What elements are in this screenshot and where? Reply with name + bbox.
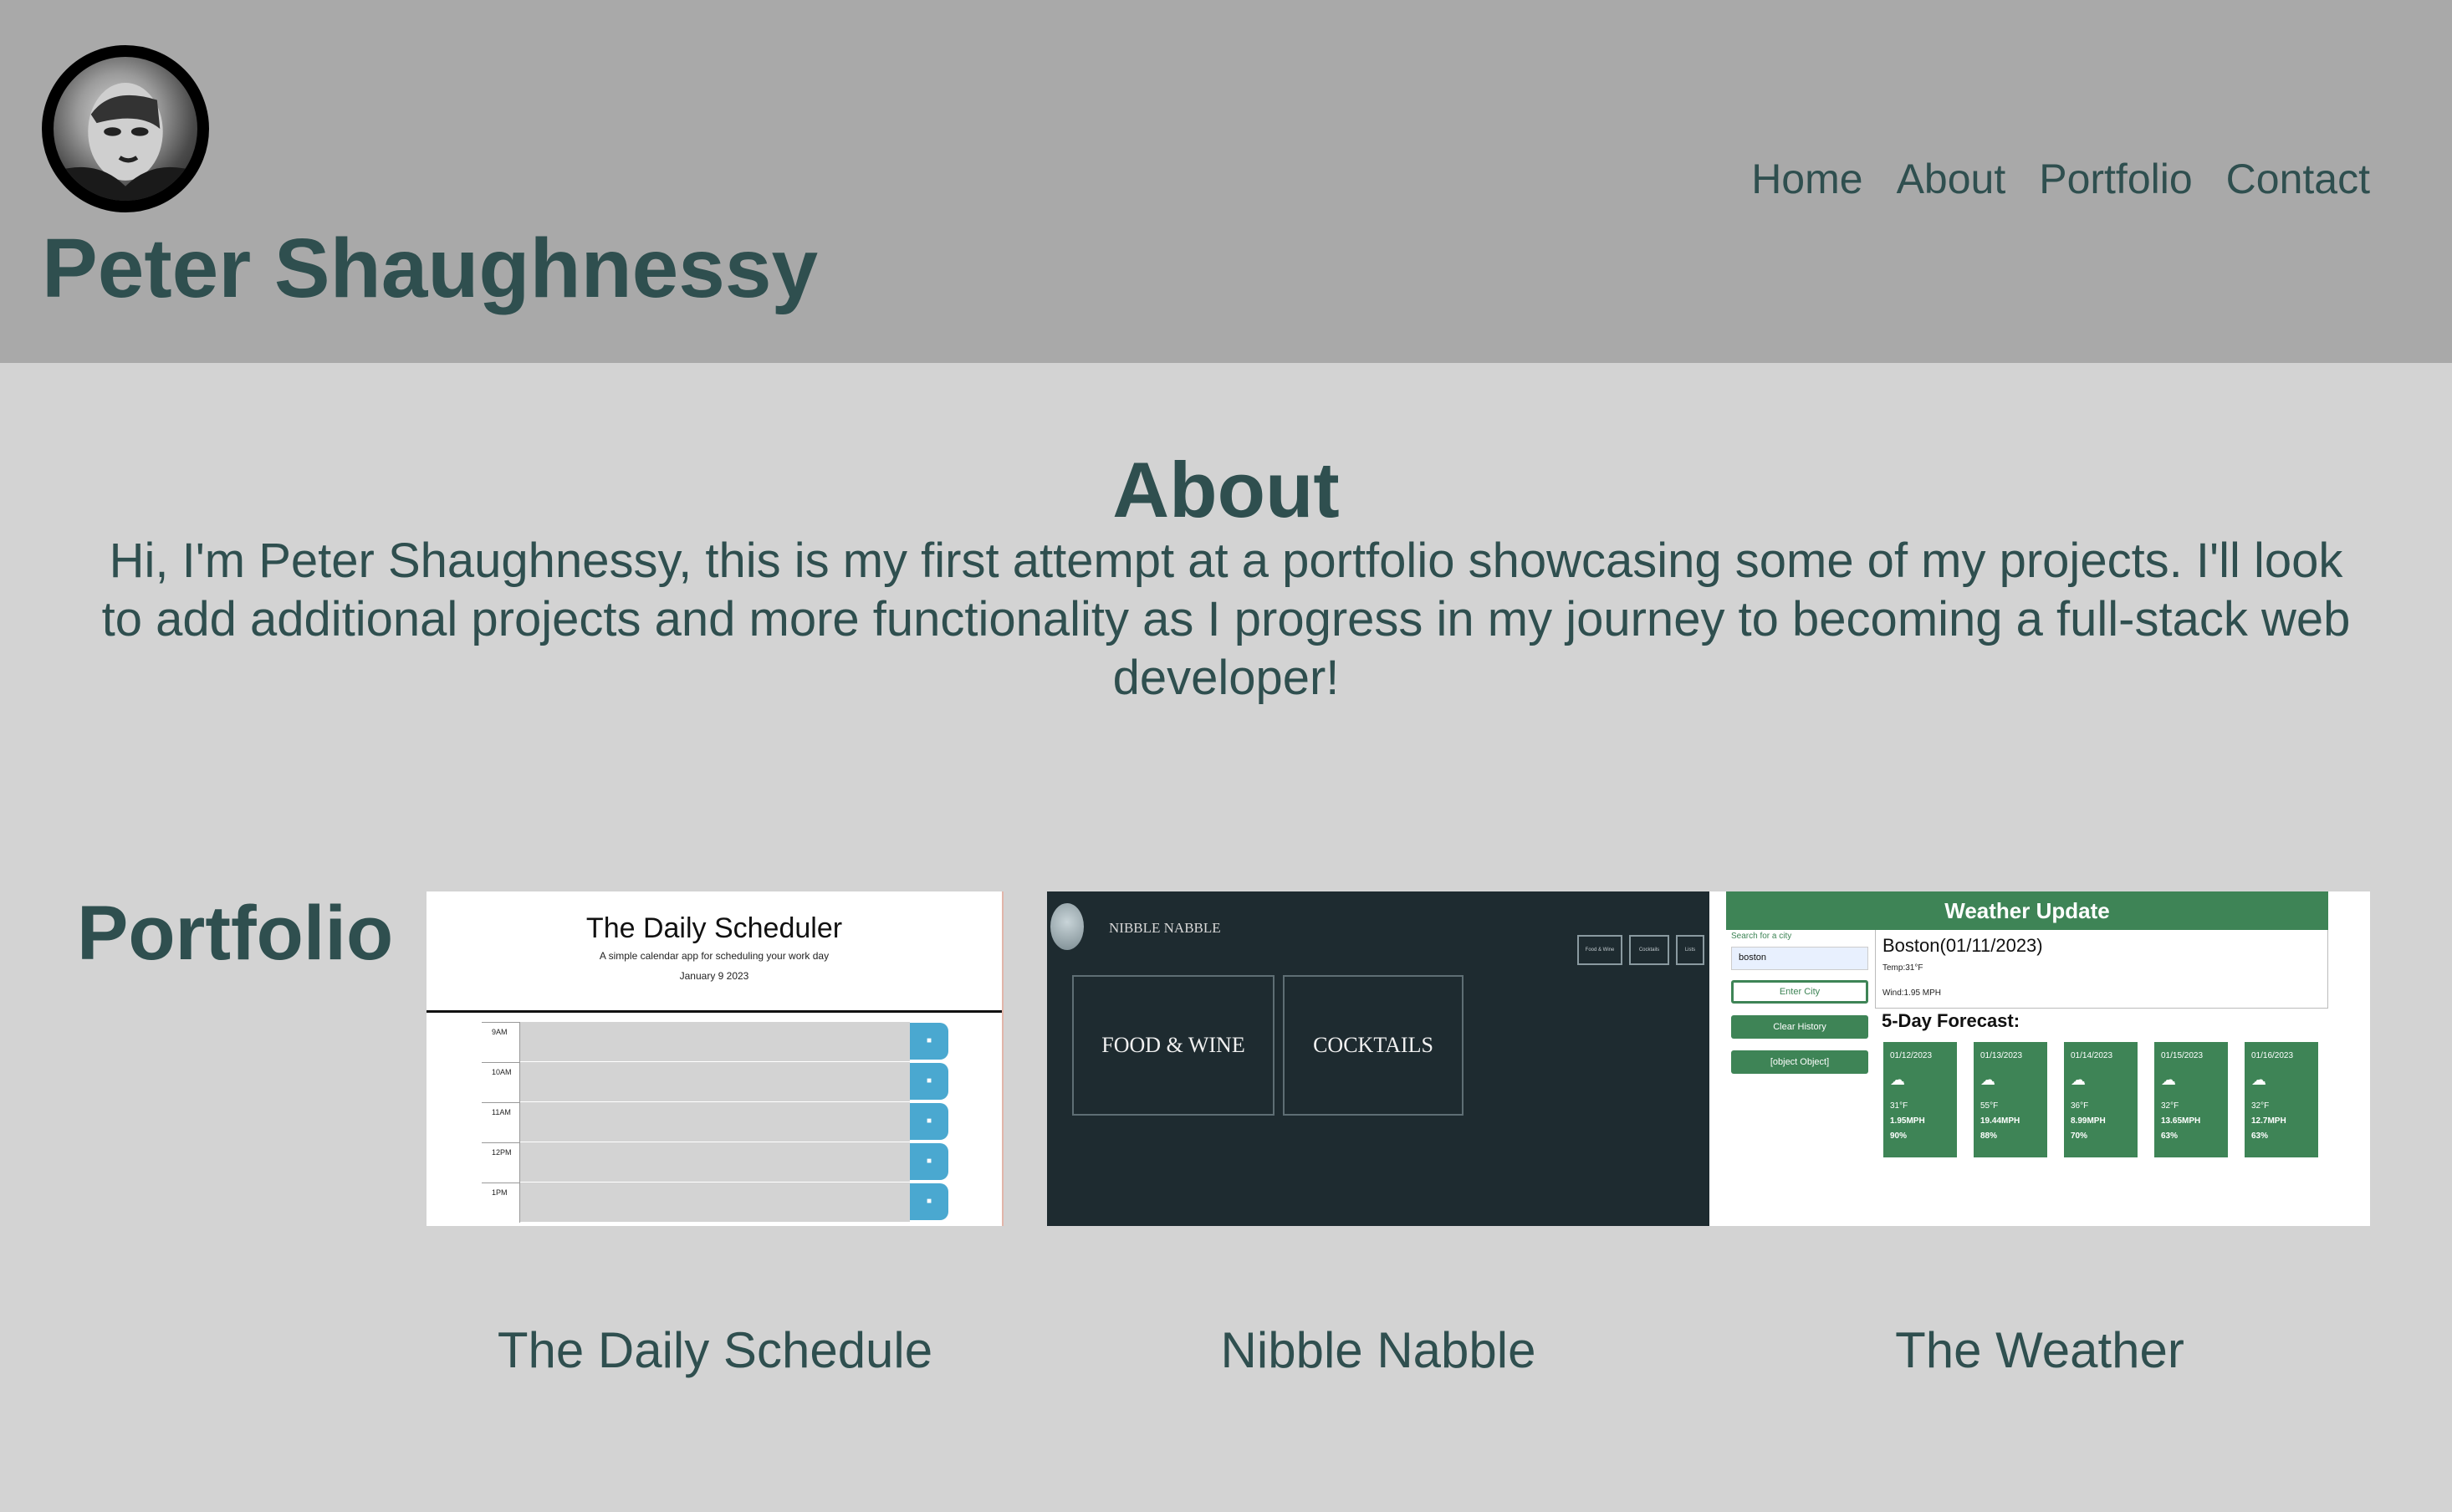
save-icon: ■ <box>910 1183 948 1220</box>
forecast-wind: 1.95MPH <box>1890 1116 1925 1126</box>
about-title: About <box>1112 446 1340 534</box>
save-icon: ■ <box>910 1103 948 1140</box>
forecast-wind: 13.65MPH <box>2161 1116 2201 1126</box>
thumb-weather-history-button: [object Object] <box>1731 1050 1868 1074</box>
forecast-date: 01/13/2023 <box>1980 1051 2023 1060</box>
thumb-weather-city: Boston(01/11/2023) <box>1882 935 2043 956</box>
thumb-nibble-nav-button: Cocktails <box>1629 935 1669 965</box>
forecast-date: 01/16/2023 <box>2251 1051 2294 1060</box>
thumb-scheduler-row: 11AM ■ <box>482 1102 953 1142</box>
thumb-scheduler-row: 12PM ■ <box>482 1142 953 1183</box>
thumb-weather-search-input: boston <box>1731 947 1868 970</box>
thumb-hour-slot <box>520 1102 910 1142</box>
thumb-scheduler-date: January 9 2023 <box>679 970 749 982</box>
project-label-daily-schedule: The Daily Schedule <box>497 1322 933 1378</box>
nav-link-home[interactable]: Home <box>1751 149 1862 209</box>
cloud-icon: ☁ <box>2161 1071 2176 1088</box>
forecast-date: 01/12/2023 <box>1890 1051 1933 1060</box>
thumb-weather-clear-button: Clear History <box>1731 1015 1868 1039</box>
thumb-scheduler-row: 9AM ■ <box>482 1022 953 1062</box>
forecast-humidity: 90% <box>1890 1131 1908 1141</box>
thumb-scheduler-divider <box>427 1010 1002 1013</box>
thumb-scheduler-row: 10AM ■ <box>482 1062 953 1102</box>
forecast-humidity: 70% <box>2071 1131 2088 1141</box>
thumb-hour-slot <box>520 1183 910 1223</box>
thumb-nibble-nav-button: Lists <box>1676 935 1704 965</box>
forecast-temp: 32°F <box>2161 1101 2179 1111</box>
project-thumbnail-daily-scheduler[interactable]: The Daily Scheduler A simple calendar ap… <box>427 891 1004 1226</box>
cloud-icon: ☁ <box>2251 1071 2266 1088</box>
forecast-wind: 12.7MPH <box>2251 1116 2286 1126</box>
project-label-weather: The Weather <box>1895 1322 2184 1378</box>
thumb-scheduler-row: 1PM ■ <box>482 1183 953 1223</box>
thumb-forecast-day: 01/12/2023 ☁ 31°F 1.95MPH 90% <box>1883 1042 1957 1157</box>
project-thumbnail-weather[interactable]: Weather Update Search for a city boston … <box>1709 891 2370 1226</box>
nav-link-portfolio[interactable]: Portfolio <box>2039 149 2192 209</box>
forecast-humidity: 88% <box>1980 1131 1998 1141</box>
thumb-weather-search-label: Search for a city <box>1731 932 1792 941</box>
forecast-temp: 55°F <box>1980 1101 1999 1111</box>
thumb-hour-label: 9AM <box>482 1022 520 1062</box>
thumb-forecast-title: 5-Day Forecast: <box>1882 1010 2020 1031</box>
thumb-weather-enter-button: Enter City <box>1731 980 1868 1004</box>
thumb-nibble-nav-button: Food & Wine <box>1577 935 1622 965</box>
cloud-icon: ☁ <box>2071 1071 2086 1088</box>
thumb-nibble-category-box: FOOD & WINE <box>1072 975 1275 1116</box>
thumb-hour-slot <box>520 1022 910 1062</box>
portfolio-title: Portfolio <box>77 891 394 976</box>
thumb-forecast-day: 01/14/2023 ☁ 36°F 8.99MPH 70% <box>2064 1042 2138 1157</box>
project-label-nibble-nabble: Nibble Nabble <box>1220 1322 1536 1378</box>
main-nav: Home About Portfolio Contact <box>1751 149 2370 209</box>
forecast-wind: 8.99MPH <box>2071 1116 2106 1126</box>
thumb-forecast-day: 01/15/2023 ☁ 32°F 13.65MPH 63% <box>2154 1042 2228 1157</box>
forecast-temp: 36°F <box>2071 1101 2089 1111</box>
forecast-temp: 32°F <box>2251 1101 2270 1111</box>
project-thumbnail-nibble-nabble[interactable]: NIBBLE NABBLE Food & Wine Cocktails List… <box>1047 891 1709 1226</box>
thumb-hour-slot <box>520 1062 910 1102</box>
forecast-humidity: 63% <box>2251 1131 2269 1141</box>
thumb-forecast-day: 01/16/2023 ☁ 32°F 12.7MPH 63% <box>2245 1042 2318 1157</box>
site-name: Peter Shaughnessy <box>42 222 819 315</box>
thumb-weather-header: Weather Update <box>1726 891 2328 930</box>
thumb-hour-label: 12PM <box>482 1142 520 1183</box>
about-text: Hi, I'm Peter Shaughnessy, this is my fi… <box>101 534 2351 705</box>
save-icon: ■ <box>910 1063 948 1100</box>
thumb-forecast-day: 01/13/2023 ☁ 55°F 19.44MPH 88% <box>1974 1042 2047 1157</box>
thumb-scheduler-subtitle: A simple calendar app for scheduling you… <box>599 950 830 962</box>
thumb-hour-label: 1PM <box>482 1183 520 1223</box>
save-icon: ■ <box>910 1023 948 1060</box>
thumb-nibble-logo <box>1050 903 1084 950</box>
thumb-weather-current: Boston(01/11/2023) Temp:31°F Wind:1.95 M… <box>1875 930 2328 1009</box>
thumb-scheduler-title: The Daily Scheduler <box>585 912 843 944</box>
forecast-date: 01/14/2023 <box>2071 1051 2113 1060</box>
profile-avatar <box>42 45 209 212</box>
cloud-icon: ☁ <box>1980 1071 1995 1088</box>
forecast-date: 01/15/2023 <box>2161 1051 2204 1060</box>
nav-link-contact[interactable]: Contact <box>2226 149 2370 209</box>
thumb-nibble-brand: NIBBLE NABBLE <box>1109 920 1221 936</box>
save-icon: ■ <box>910 1143 948 1180</box>
forecast-wind: 19.44MPH <box>1980 1116 2020 1126</box>
forecast-humidity: 63% <box>2161 1131 2179 1141</box>
thumb-hour-label: 10AM <box>482 1062 520 1102</box>
nav-link-about[interactable]: About <box>1897 149 2006 209</box>
thumb-weather-wind: Wind:1.95 MPH <box>1882 988 1942 998</box>
thumb-hour-slot <box>520 1142 910 1183</box>
thumb-hour-label: 11AM <box>482 1102 520 1142</box>
thumb-weather-temp: Temp:31°F <box>1882 963 1923 973</box>
thumb-nibble-category-box: COCKTAILS <box>1283 975 1464 1116</box>
portrait-icon <box>54 82 197 201</box>
forecast-temp: 31°F <box>1890 1101 1908 1111</box>
site-header: Peter Shaughnessy Home About Portfolio C… <box>0 0 2452 363</box>
cloud-icon: ☁ <box>1890 1071 1905 1088</box>
